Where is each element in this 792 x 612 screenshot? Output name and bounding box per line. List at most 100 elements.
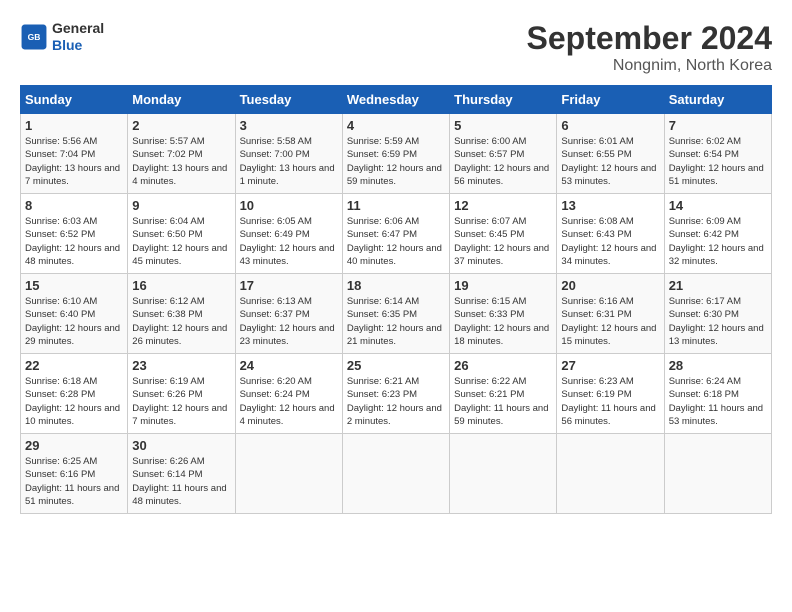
day-cell: 3 Sunrise: 5:58 AMSunset: 7:00 PMDayligh… <box>235 114 342 194</box>
day-info: Sunrise: 6:09 AMSunset: 6:42 PMDaylight:… <box>669 215 767 268</box>
day-number: 18 <box>347 278 445 293</box>
day-number: 24 <box>240 358 338 373</box>
day-cell: 7 Sunrise: 6:02 AMSunset: 6:54 PMDayligh… <box>664 114 771 194</box>
day-number: 3 <box>240 118 338 133</box>
col-header-monday: Monday <box>128 86 235 114</box>
day-number: 1 <box>25 118 123 133</box>
day-number: 7 <box>669 118 767 133</box>
day-cell: 4 Sunrise: 5:59 AMSunset: 6:59 PMDayligh… <box>342 114 449 194</box>
page-header: GB General Blue September 2024 Nongnim, … <box>20 20 772 75</box>
day-number: 12 <box>454 198 552 213</box>
col-header-sunday: Sunday <box>21 86 128 114</box>
col-header-friday: Friday <box>557 86 664 114</box>
day-info: Sunrise: 6:18 AMSunset: 6:28 PMDaylight:… <box>25 375 123 428</box>
day-cell: 12 Sunrise: 6:07 AMSunset: 6:45 PMDaylig… <box>450 194 557 274</box>
day-info: Sunrise: 5:56 AMSunset: 7:04 PMDaylight:… <box>25 135 123 188</box>
day-info: Sunrise: 6:04 AMSunset: 6:50 PMDaylight:… <box>132 215 230 268</box>
day-info: Sunrise: 6:24 AMSunset: 6:18 PMDaylight:… <box>669 375 767 428</box>
day-number: 10 <box>240 198 338 213</box>
day-cell: 15 Sunrise: 6:10 AMSunset: 6:40 PMDaylig… <box>21 274 128 354</box>
logo-icon: GB <box>20 23 48 51</box>
day-number: 14 <box>669 198 767 213</box>
day-number: 4 <box>347 118 445 133</box>
day-info: Sunrise: 6:19 AMSunset: 6:26 PMDaylight:… <box>132 375 230 428</box>
calendar-table: SundayMondayTuesdayWednesdayThursdayFrid… <box>20 85 772 514</box>
day-info: Sunrise: 6:16 AMSunset: 6:31 PMDaylight:… <box>561 295 659 348</box>
day-cell: 17 Sunrise: 6:13 AMSunset: 6:37 PMDaylig… <box>235 274 342 354</box>
day-cell <box>450 434 557 514</box>
day-info: Sunrise: 6:23 AMSunset: 6:19 PMDaylight:… <box>561 375 659 428</box>
header-row: SundayMondayTuesdayWednesdayThursdayFrid… <box>21 86 772 114</box>
day-number: 21 <box>669 278 767 293</box>
day-cell: 1 Sunrise: 5:56 AMSunset: 7:04 PMDayligh… <box>21 114 128 194</box>
logo-text-line2: Blue <box>52 37 104 54</box>
day-info: Sunrise: 6:06 AMSunset: 6:47 PMDaylight:… <box>347 215 445 268</box>
day-cell: 5 Sunrise: 6:00 AMSunset: 6:57 PMDayligh… <box>450 114 557 194</box>
day-info: Sunrise: 6:12 AMSunset: 6:38 PMDaylight:… <box>132 295 230 348</box>
day-number: 22 <box>25 358 123 373</box>
day-cell: 28 Sunrise: 6:24 AMSunset: 6:18 PMDaylig… <box>664 354 771 434</box>
day-cell: 19 Sunrise: 6:15 AMSunset: 6:33 PMDaylig… <box>450 274 557 354</box>
day-cell: 22 Sunrise: 6:18 AMSunset: 6:28 PMDaylig… <box>21 354 128 434</box>
day-cell: 27 Sunrise: 6:23 AMSunset: 6:19 PMDaylig… <box>557 354 664 434</box>
day-cell: 20 Sunrise: 6:16 AMSunset: 6:31 PMDaylig… <box>557 274 664 354</box>
day-info: Sunrise: 6:03 AMSunset: 6:52 PMDaylight:… <box>25 215 123 268</box>
logo-text-line1: General <box>52 20 104 37</box>
day-number: 13 <box>561 198 659 213</box>
svg-text:GB: GB <box>28 32 41 42</box>
day-cell: 21 Sunrise: 6:17 AMSunset: 6:30 PMDaylig… <box>664 274 771 354</box>
day-cell: 25 Sunrise: 6:21 AMSunset: 6:23 PMDaylig… <box>342 354 449 434</box>
col-header-saturday: Saturday <box>664 86 771 114</box>
week-row-3: 15 Sunrise: 6:10 AMSunset: 6:40 PMDaylig… <box>21 274 772 354</box>
day-number: 19 <box>454 278 552 293</box>
day-info: Sunrise: 6:26 AMSunset: 6:14 PMDaylight:… <box>132 455 230 508</box>
day-info: Sunrise: 6:05 AMSunset: 6:49 PMDaylight:… <box>240 215 338 268</box>
day-number: 30 <box>132 438 230 453</box>
day-number: 26 <box>454 358 552 373</box>
day-cell: 10 Sunrise: 6:05 AMSunset: 6:49 PMDaylig… <box>235 194 342 274</box>
day-info: Sunrise: 5:57 AMSunset: 7:02 PMDaylight:… <box>132 135 230 188</box>
week-row-5: 29 Sunrise: 6:25 AMSunset: 6:16 PMDaylig… <box>21 434 772 514</box>
col-header-wednesday: Wednesday <box>342 86 449 114</box>
day-number: 27 <box>561 358 659 373</box>
col-header-thursday: Thursday <box>450 86 557 114</box>
day-info: Sunrise: 6:15 AMSunset: 6:33 PMDaylight:… <box>454 295 552 348</box>
day-cell: 16 Sunrise: 6:12 AMSunset: 6:38 PMDaylig… <box>128 274 235 354</box>
day-info: Sunrise: 5:58 AMSunset: 7:00 PMDaylight:… <box>240 135 338 188</box>
day-number: 11 <box>347 198 445 213</box>
day-cell: 2 Sunrise: 5:57 AMSunset: 7:02 PMDayligh… <box>128 114 235 194</box>
day-number: 16 <box>132 278 230 293</box>
day-number: 29 <box>25 438 123 453</box>
day-cell: 29 Sunrise: 6:25 AMSunset: 6:16 PMDaylig… <box>21 434 128 514</box>
day-info: Sunrise: 6:01 AMSunset: 6:55 PMDaylight:… <box>561 135 659 188</box>
day-cell <box>235 434 342 514</box>
day-number: 15 <box>25 278 123 293</box>
location-title: Nongnim, North Korea <box>527 57 772 75</box>
day-info: Sunrise: 6:13 AMSunset: 6:37 PMDaylight:… <box>240 295 338 348</box>
day-info: Sunrise: 6:00 AMSunset: 6:57 PMDaylight:… <box>454 135 552 188</box>
day-info: Sunrise: 6:08 AMSunset: 6:43 PMDaylight:… <box>561 215 659 268</box>
month-title: September 2024 <box>527 20 772 57</box>
week-row-4: 22 Sunrise: 6:18 AMSunset: 6:28 PMDaylig… <box>21 354 772 434</box>
day-cell: 18 Sunrise: 6:14 AMSunset: 6:35 PMDaylig… <box>342 274 449 354</box>
day-number: 28 <box>669 358 767 373</box>
day-cell <box>664 434 771 514</box>
day-info: Sunrise: 6:14 AMSunset: 6:35 PMDaylight:… <box>347 295 445 348</box>
title-section: September 2024 Nongnim, North Korea <box>527 20 772 75</box>
day-number: 20 <box>561 278 659 293</box>
day-cell: 6 Sunrise: 6:01 AMSunset: 6:55 PMDayligh… <box>557 114 664 194</box>
day-cell <box>342 434 449 514</box>
day-cell: 26 Sunrise: 6:22 AMSunset: 6:21 PMDaylig… <box>450 354 557 434</box>
day-cell: 14 Sunrise: 6:09 AMSunset: 6:42 PMDaylig… <box>664 194 771 274</box>
day-cell: 30 Sunrise: 6:26 AMSunset: 6:14 PMDaylig… <box>128 434 235 514</box>
day-info: Sunrise: 6:07 AMSunset: 6:45 PMDaylight:… <box>454 215 552 268</box>
day-number: 5 <box>454 118 552 133</box>
day-info: Sunrise: 5:59 AMSunset: 6:59 PMDaylight:… <box>347 135 445 188</box>
day-number: 9 <box>132 198 230 213</box>
day-cell <box>557 434 664 514</box>
day-cell: 9 Sunrise: 6:04 AMSunset: 6:50 PMDayligh… <box>128 194 235 274</box>
day-info: Sunrise: 6:20 AMSunset: 6:24 PMDaylight:… <box>240 375 338 428</box>
day-cell: 23 Sunrise: 6:19 AMSunset: 6:26 PMDaylig… <box>128 354 235 434</box>
logo: GB General Blue <box>20 20 104 54</box>
day-cell: 24 Sunrise: 6:20 AMSunset: 6:24 PMDaylig… <box>235 354 342 434</box>
